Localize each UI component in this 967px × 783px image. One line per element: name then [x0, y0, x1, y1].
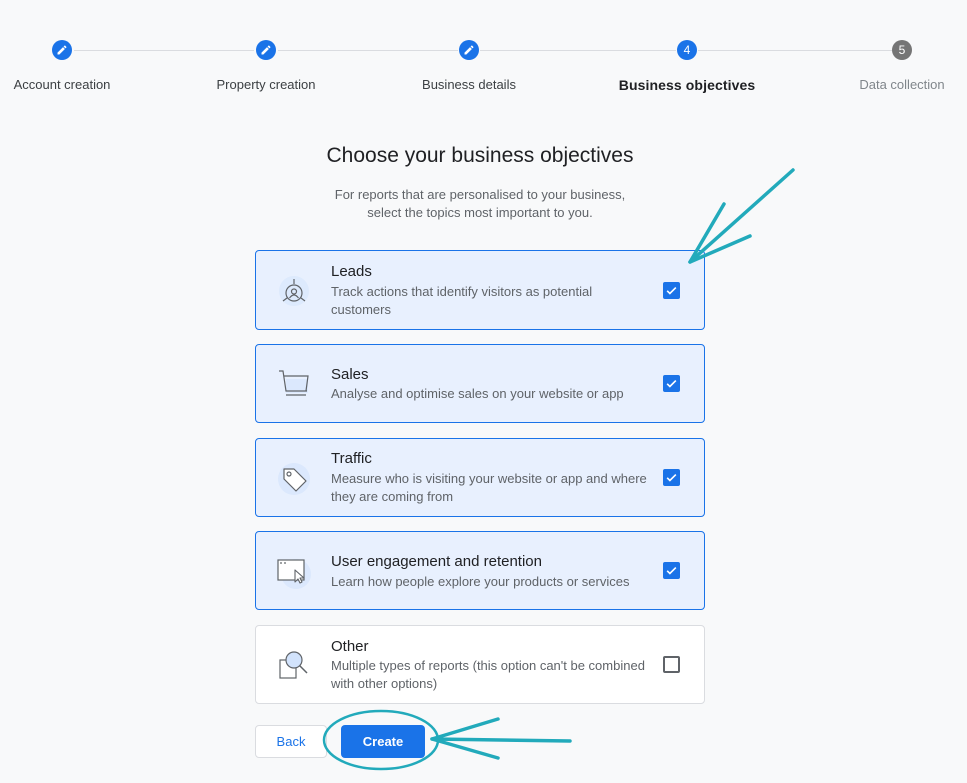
- step-label-business-details[interactable]: Business details: [422, 77, 516, 92]
- objective-title: Traffic: [331, 450, 372, 467]
- objective-description: Track actions that identify visitors as …: [331, 284, 593, 317]
- objective-checkbox-sales[interactable]: [663, 375, 680, 392]
- page-subtitle: For reports that are personalised to you…: [0, 186, 960, 222]
- page-title: Choose your business objectives: [326, 144, 634, 167]
- progress-stepper: 4 5 Account creation Property creation B…: [0, 0, 967, 110]
- check-icon: [666, 379, 677, 388]
- edit-icon: [261, 45, 271, 55]
- shopping-cart-icon: [274, 365, 314, 405]
- magnifier-icon: [274, 646, 314, 686]
- subtitle-line-2: select the topics most important to you.: [367, 205, 593, 220]
- objective-card-leads[interactable]: Leads Track actions that identify visito…: [255, 250, 705, 330]
- leads-icon: [274, 271, 314, 311]
- step-connector: [74, 50, 254, 51]
- check-icon: [666, 566, 677, 575]
- objective-checkbox-leads[interactable]: [663, 282, 680, 299]
- objective-description: Multiple types of reports (this option c…: [331, 658, 645, 691]
- objective-description: Measure who is visiting your website or …: [331, 471, 647, 504]
- objective-title: User engagement and retention: [331, 553, 542, 570]
- objective-card-user-engagement[interactable]: User engagement and retention Learn how …: [255, 531, 705, 610]
- step-label-business-objectives: Business objectives: [618, 77, 756, 93]
- browser-cursor-icon: [274, 552, 314, 592]
- step-label-property-creation[interactable]: Property creation: [217, 77, 316, 92]
- objective-title: Leads: [331, 263, 372, 280]
- step-1-done-marker[interactable]: [52, 40, 72, 60]
- step-connector: [278, 50, 458, 51]
- back-button[interactable]: Back: [255, 725, 327, 758]
- objective-title: Other: [331, 638, 369, 655]
- edit-icon: [464, 45, 474, 55]
- step-5-marker: 5: [892, 40, 912, 60]
- edit-icon: [57, 45, 67, 55]
- step-label-account-creation[interactable]: Account creation: [14, 77, 111, 92]
- objective-title: Sales: [331, 366, 369, 383]
- tag-icon: [274, 459, 314, 499]
- objective-card-other[interactable]: Other Multiple types of reports (this op…: [255, 625, 705, 704]
- check-icon: [666, 473, 677, 482]
- annotation-arrow-icon: [430, 717, 572, 760]
- check-icon: [666, 286, 677, 295]
- step-connector: [480, 50, 676, 51]
- objective-checkbox-other[interactable]: [663, 656, 680, 673]
- objective-card-traffic[interactable]: Traffic Measure who is visiting your web…: [255, 438, 705, 517]
- objective-checkbox-traffic[interactable]: [663, 469, 680, 486]
- objective-description: Learn how people explore your products o…: [331, 574, 630, 589]
- objective-checkbox-user-engagement[interactable]: [663, 562, 680, 579]
- step-2-done-marker[interactable]: [256, 40, 276, 60]
- objective-description: Analyse and optimise sales on your websi…: [331, 386, 624, 401]
- step-4-marker: 4: [677, 40, 697, 60]
- step-3-done-marker[interactable]: [459, 40, 479, 60]
- step-connector: [698, 50, 892, 51]
- objective-card-sales[interactable]: Sales Analyse and optimise sales on your…: [255, 344, 705, 423]
- create-button[interactable]: Create: [341, 725, 425, 758]
- subtitle-line-1: For reports that are personalised to you…: [334, 187, 626, 202]
- step-label-data-collection: Data collection: [859, 77, 945, 92]
